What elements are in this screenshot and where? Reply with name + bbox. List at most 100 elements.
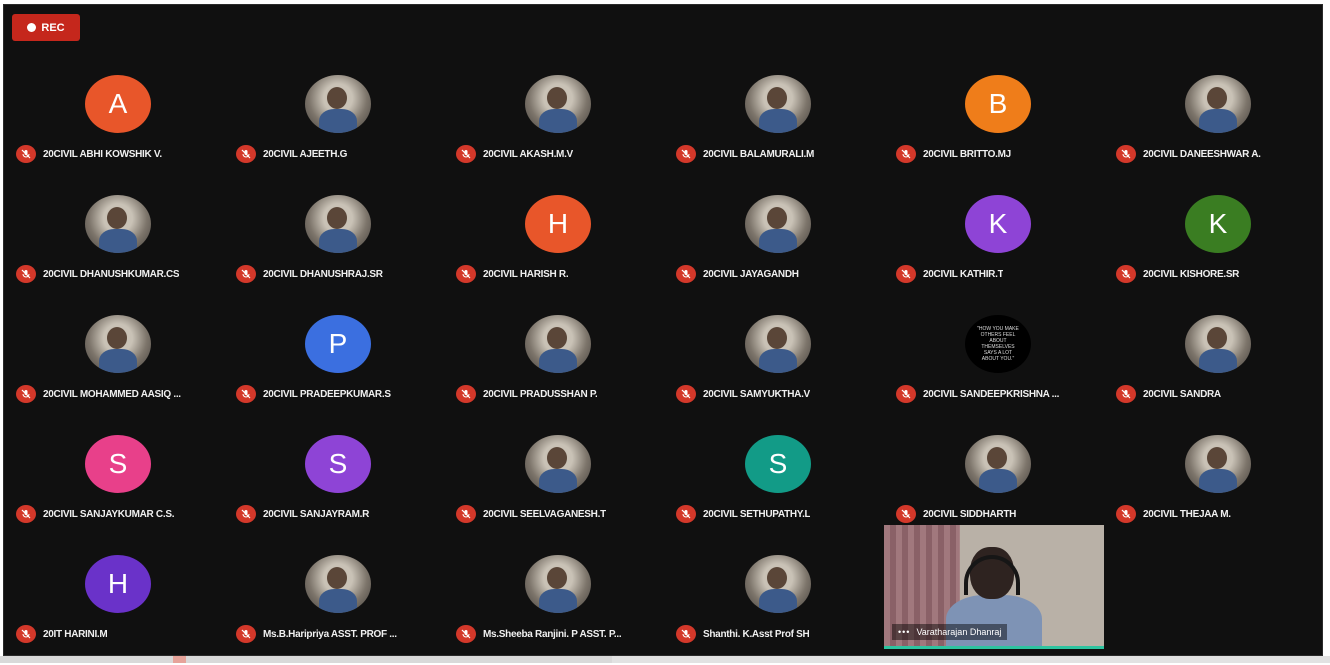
initial-avatar: P bbox=[305, 315, 371, 373]
participant-nameplate: 20CIVIL SANJAYKUMAR C.S. bbox=[16, 505, 228, 523]
mic-muted-icon bbox=[676, 385, 696, 403]
participant-name: 20CIVIL SAMYUKTHA.V bbox=[703, 388, 810, 400]
participant-tile[interactable]: P 20CIVIL PRADEEPKUMAR.S bbox=[228, 305, 448, 425]
participant-name: 20CIVIL MOHAMMED AASIQ ... bbox=[43, 388, 181, 400]
profile-photo-avatar bbox=[745, 195, 811, 253]
participant-nameplate: 20CIVIL SANDEEPKRISHNA ... bbox=[896, 385, 1108, 403]
participant-tile[interactable]: 20CIVIL DHANUSHRAJ.SR bbox=[228, 185, 448, 305]
participant-name: 20CIVIL SANJAYRAM.R bbox=[263, 508, 369, 520]
mic-muted-icon bbox=[456, 265, 476, 283]
mic-muted-icon bbox=[896, 145, 916, 163]
participant-tile[interactable]: S 20CIVIL SETHUPATHY.L bbox=[668, 425, 888, 545]
participant-name: 20CIVIL KISHORE.SR bbox=[1143, 268, 1240, 280]
participant-name: 20CIVIL BRITTO.MJ bbox=[923, 148, 1011, 160]
participant-tile[interactable]: H 20IT HARINI.M bbox=[8, 545, 228, 665]
participant-tile[interactable]: 20CIVIL SAMYUKTHA.V bbox=[668, 305, 888, 425]
participant-tile[interactable]: S 20CIVIL SANJAYRAM.R bbox=[228, 425, 448, 545]
mic-muted-icon bbox=[16, 265, 36, 283]
more-options-icon[interactable]: ••• bbox=[898, 627, 910, 637]
profile-photo-avatar bbox=[525, 435, 591, 493]
participant-tile[interactable]: 20CIVIL DHANUSHKUMAR.CS bbox=[8, 185, 228, 305]
mic-muted-icon bbox=[1116, 145, 1136, 163]
participant-name: Ms.B.Haripriya ASST. PROF ... bbox=[263, 628, 397, 640]
mic-muted-icon bbox=[236, 625, 256, 643]
participant-nameplate: 20CIVIL JAYAGANDH bbox=[676, 265, 888, 283]
participant-nameplate: 20CIVIL DANEESHWAR A. bbox=[1116, 145, 1328, 163]
participant-tile[interactable]: 20CIVIL JAYAGANDH bbox=[668, 185, 888, 305]
profile-photo-avatar bbox=[1185, 75, 1251, 133]
mic-muted-icon bbox=[896, 505, 916, 523]
participant-tile[interactable]: 20CIVIL DANEESHWAR A. bbox=[1108, 65, 1328, 185]
participant-tile[interactable]: "HOW YOU MAKE OTHERS FEEL ABOUT THEMSELV… bbox=[888, 305, 1108, 425]
participant-nameplate: 20CIVIL BRITTO.MJ bbox=[896, 145, 1108, 163]
participant-tile[interactable]: Ms.B.Haripriya ASST. PROF ... bbox=[228, 545, 448, 665]
profile-photo-avatar bbox=[1185, 315, 1251, 373]
participant-nameplate: 20CIVIL SAMYUKTHA.V bbox=[676, 385, 888, 403]
participant-nameplate: 20CIVIL BALAMURALI.M bbox=[676, 145, 888, 163]
profile-photo-avatar bbox=[965, 435, 1031, 493]
participant-nameplate: Ms.B.Haripriya ASST. PROF ... bbox=[236, 625, 448, 643]
participant-tile[interactable]: 20CIVIL AKASH.M.V bbox=[448, 65, 668, 185]
participant-nameplate: 20CIVIL SANDRA bbox=[1116, 385, 1328, 403]
profile-photo-avatar bbox=[85, 315, 151, 373]
mic-muted-icon bbox=[456, 505, 476, 523]
profile-photo-avatar bbox=[745, 315, 811, 373]
participant-nameplate: Ms.Sheeba Ranjini. P ASST. P... bbox=[456, 625, 668, 643]
participant-name: 20CIVIL DHANUSHKUMAR.CS bbox=[43, 268, 180, 280]
mic-muted-icon bbox=[896, 385, 916, 403]
participant-tile[interactable]: 20CIVIL AJEETH.G bbox=[228, 65, 448, 185]
participant-nameplate: 20CIVIL AJEETH.G bbox=[236, 145, 448, 163]
participant-grid: A 20CIVIL ABHI KOWSHIK V. 20CIVIL AJEETH.G… bbox=[8, 65, 1328, 665]
participant-name: Ms.Sheeba Ranjini. P ASST. P... bbox=[483, 628, 622, 640]
profile-photo-avatar bbox=[305, 555, 371, 613]
participant-name: 20CIVIL ABHI KOWSHIK V. bbox=[43, 148, 162, 160]
participant-tile[interactable]: 20CIVIL MOHAMMED AASIQ ... bbox=[8, 305, 228, 425]
mic-muted-icon bbox=[1116, 505, 1136, 523]
participant-name: 20CIVIL AKASH.M.V bbox=[483, 148, 573, 160]
participant-nameplate: 20CIVIL SEELVAGANESH.T bbox=[456, 505, 668, 523]
participant-tile[interactable]: K 20CIVIL KISHORE.SR bbox=[1108, 185, 1328, 305]
initial-avatar: S bbox=[305, 435, 371, 493]
participant-tile[interactable]: 20CIVIL SEELVAGANESH.T bbox=[448, 425, 668, 545]
profile-photo-avatar bbox=[85, 195, 151, 253]
participant-nameplate: 20CIVIL SIDDHARTH bbox=[896, 505, 1108, 523]
participant-tile[interactable]: A 20CIVIL ABHI KOWSHIK V. bbox=[8, 65, 228, 185]
profile-photo-avatar bbox=[525, 315, 591, 373]
profile-photo-avatar bbox=[1185, 435, 1251, 493]
participant-tile[interactable]: Ms.Sheeba Ranjini. P ASST. P... bbox=[448, 545, 668, 665]
participant-name: 20CIVIL SETHUPATHY.L bbox=[703, 508, 811, 520]
participant-tile[interactable]: S 20CIVIL SANJAYKUMAR C.S. bbox=[8, 425, 228, 545]
participant-tile[interactable]: 20CIVIL SANDRA bbox=[1108, 305, 1328, 425]
initial-avatar: S bbox=[745, 435, 811, 493]
mic-muted-icon bbox=[16, 505, 36, 523]
participant-tile[interactable]: H 20CIVIL HARISH R. bbox=[448, 185, 668, 305]
participant-nameplate: 20CIVIL MOHAMMED AASIQ ... bbox=[16, 385, 228, 403]
participant-nameplate: 20CIVIL KATHIR.T bbox=[896, 265, 1108, 283]
participant-name: 20CIVIL DANEESHWAR A. bbox=[1143, 148, 1261, 160]
participant-tile[interactable]: K 20CIVIL KATHIR.T bbox=[888, 185, 1108, 305]
video-nameplate: ••• Varatharajan Dhanraj bbox=[892, 624, 1008, 640]
participant-tile[interactable]: 20CIVIL THEJAA M. bbox=[1108, 425, 1328, 545]
mic-muted-icon bbox=[676, 265, 696, 283]
participant-nameplate: 20IT HARINI.M bbox=[16, 625, 228, 643]
participant-nameplate: 20CIVIL PRADUSSHAN P. bbox=[456, 385, 668, 403]
mic-muted-icon bbox=[456, 625, 476, 643]
participant-nameplate: 20CIVIL ABHI KOWSHIK V. bbox=[16, 145, 228, 163]
participant-tile[interactable]: Shanthi. K.Asst Prof SH bbox=[668, 545, 888, 665]
participant-name: 20CIVIL HARISH R. bbox=[483, 268, 569, 280]
profile-photo-avatar bbox=[305, 195, 371, 253]
taskbar-strip bbox=[0, 656, 1330, 663]
participant-tile[interactable]: 20CIVIL PRADUSSHAN P. bbox=[448, 305, 668, 425]
participant-name: 20CIVIL BALAMURALI.M bbox=[703, 148, 815, 160]
participant-tile[interactable]: B 20CIVIL BRITTO.MJ bbox=[888, 65, 1108, 185]
profile-photo-avatar bbox=[525, 75, 591, 133]
participant-video-tile[interactable]: ••• Varatharajan Dhanraj bbox=[884, 525, 1104, 649]
participant-nameplate: 20CIVIL KISHORE.SR bbox=[1116, 265, 1328, 283]
profile-photo-avatar bbox=[525, 555, 591, 613]
mic-muted-icon bbox=[1116, 265, 1136, 283]
participant-name: 20CIVIL SEELVAGANESH.T bbox=[483, 508, 606, 520]
mic-muted-icon bbox=[16, 625, 36, 643]
participant-tile[interactable]: 20CIVIL BALAMURALI.M bbox=[668, 65, 888, 185]
mic-muted-icon bbox=[16, 385, 36, 403]
initial-avatar: H bbox=[525, 195, 591, 253]
